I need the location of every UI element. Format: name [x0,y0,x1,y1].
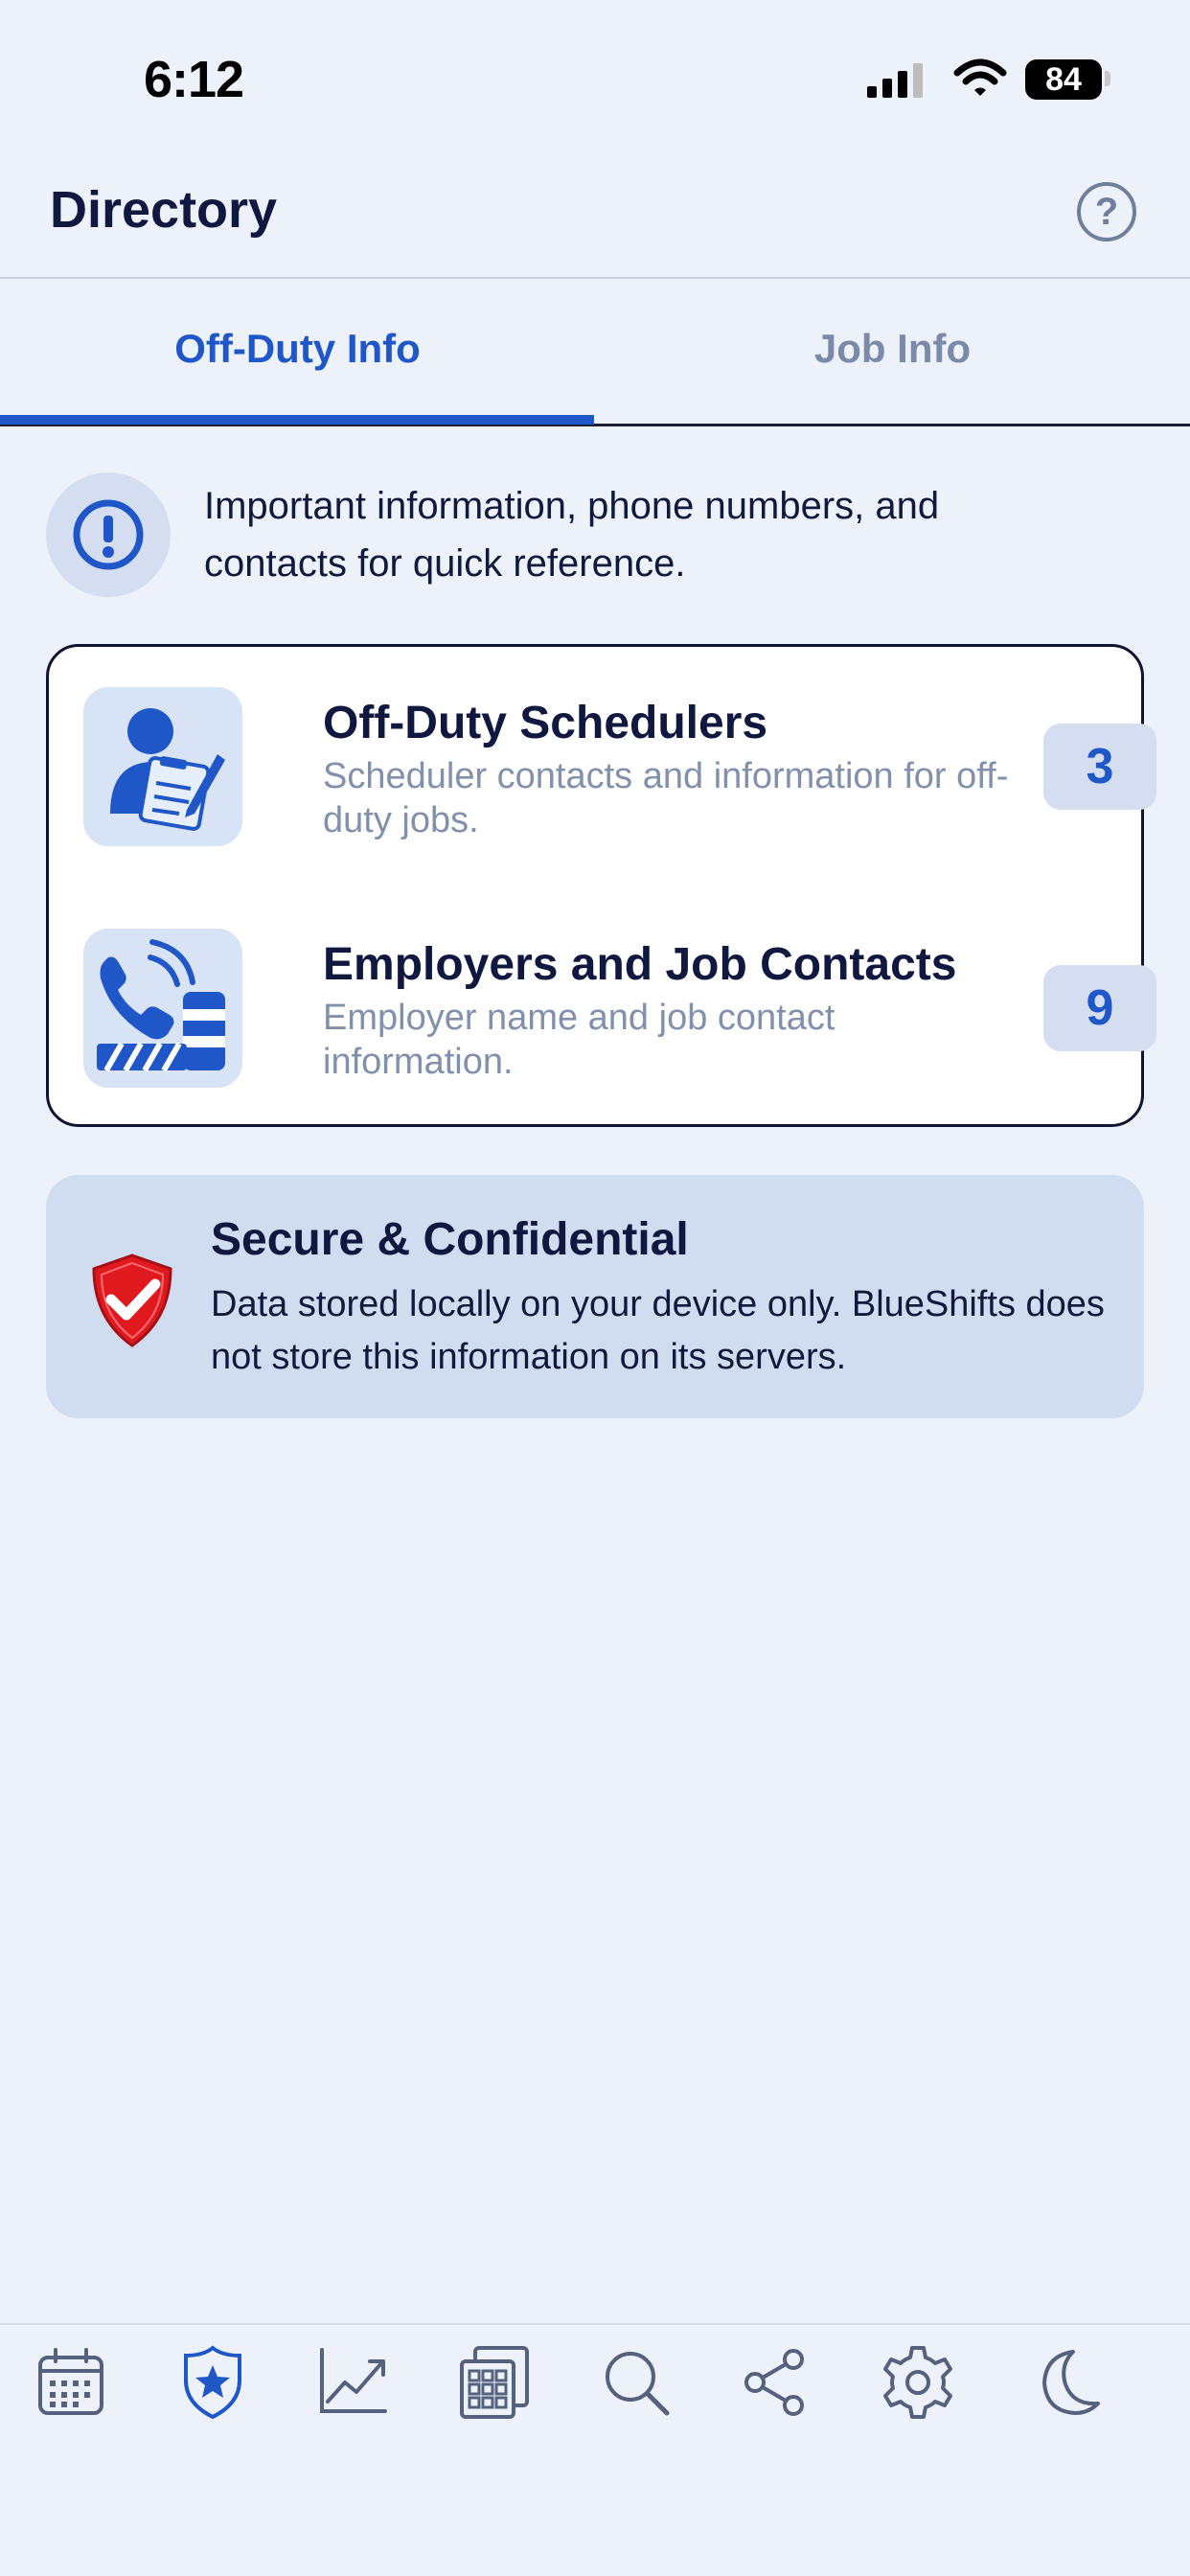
status-icons: 84 [867,56,1116,104]
row-subtitle: Employer name and job contact informatio… [323,998,835,1082]
directory-card: Off-Duty Schedulers Scheduler contacts a… [46,644,1156,1127]
header-divider [0,277,1190,279]
tab-job-info[interactable]: Job Info [595,326,1190,372]
battery-icon: 84 [1025,59,1102,100]
count-badge: 3 [1043,724,1156,810]
gear-icon[interactable] [878,2342,958,2423]
directory-item-employers-job-contacts[interactable]: Employers and Job Contacts Employer name… [49,886,1156,1126]
phone-barricade-icon [83,929,242,1088]
search-icon[interactable] [596,2342,676,2423]
shield-check-icon [92,1254,172,1347]
scheduler-clipboard-icon [83,687,242,846]
moon-icon[interactable] [1025,2342,1106,2423]
question-circle-icon[interactable]: ? [1077,182,1136,242]
count-badge: 9 [1043,965,1156,1051]
calendar-icon[interactable] [31,2342,111,2423]
share-icon[interactable] [736,2342,816,2423]
battery-nub [1105,71,1110,86]
status-time: 6:12 [144,51,244,108]
active-tab-indicator [0,415,594,425]
info-icon-circle [46,472,171,597]
info-banner-text: Important information, phone numbers, an… [204,485,940,585]
exclamation-circle-icon [73,499,144,570]
directory-item-off-duty-schedulers[interactable]: Off-Duty Schedulers Scheduler contacts a… [49,647,1156,886]
secure-title: Secure & Confidential [211,1214,689,1265]
signal-icon [867,63,923,98]
tab-off-duty-info[interactable]: Off-Duty Info [0,326,595,372]
page-title: Directory [50,181,278,239]
bottom-nav-divider [0,2323,1190,2325]
chart-line-icon[interactable] [312,2342,393,2423]
row-title: Off-Duty Schedulers [323,698,768,748]
wifi-icon [953,58,1007,96]
badge-star-icon[interactable] [172,2342,253,2423]
row-title: Employers and Job Contacts [323,939,957,990]
row-subtitle: Scheduler contacts and information for o… [323,756,1009,840]
secure-notice: Secure & Confidential Data stored locall… [46,1175,1144,1418]
secure-text: Data stored locally on your device only.… [211,1284,1105,1377]
calculator-icon[interactable] [454,2342,535,2423]
